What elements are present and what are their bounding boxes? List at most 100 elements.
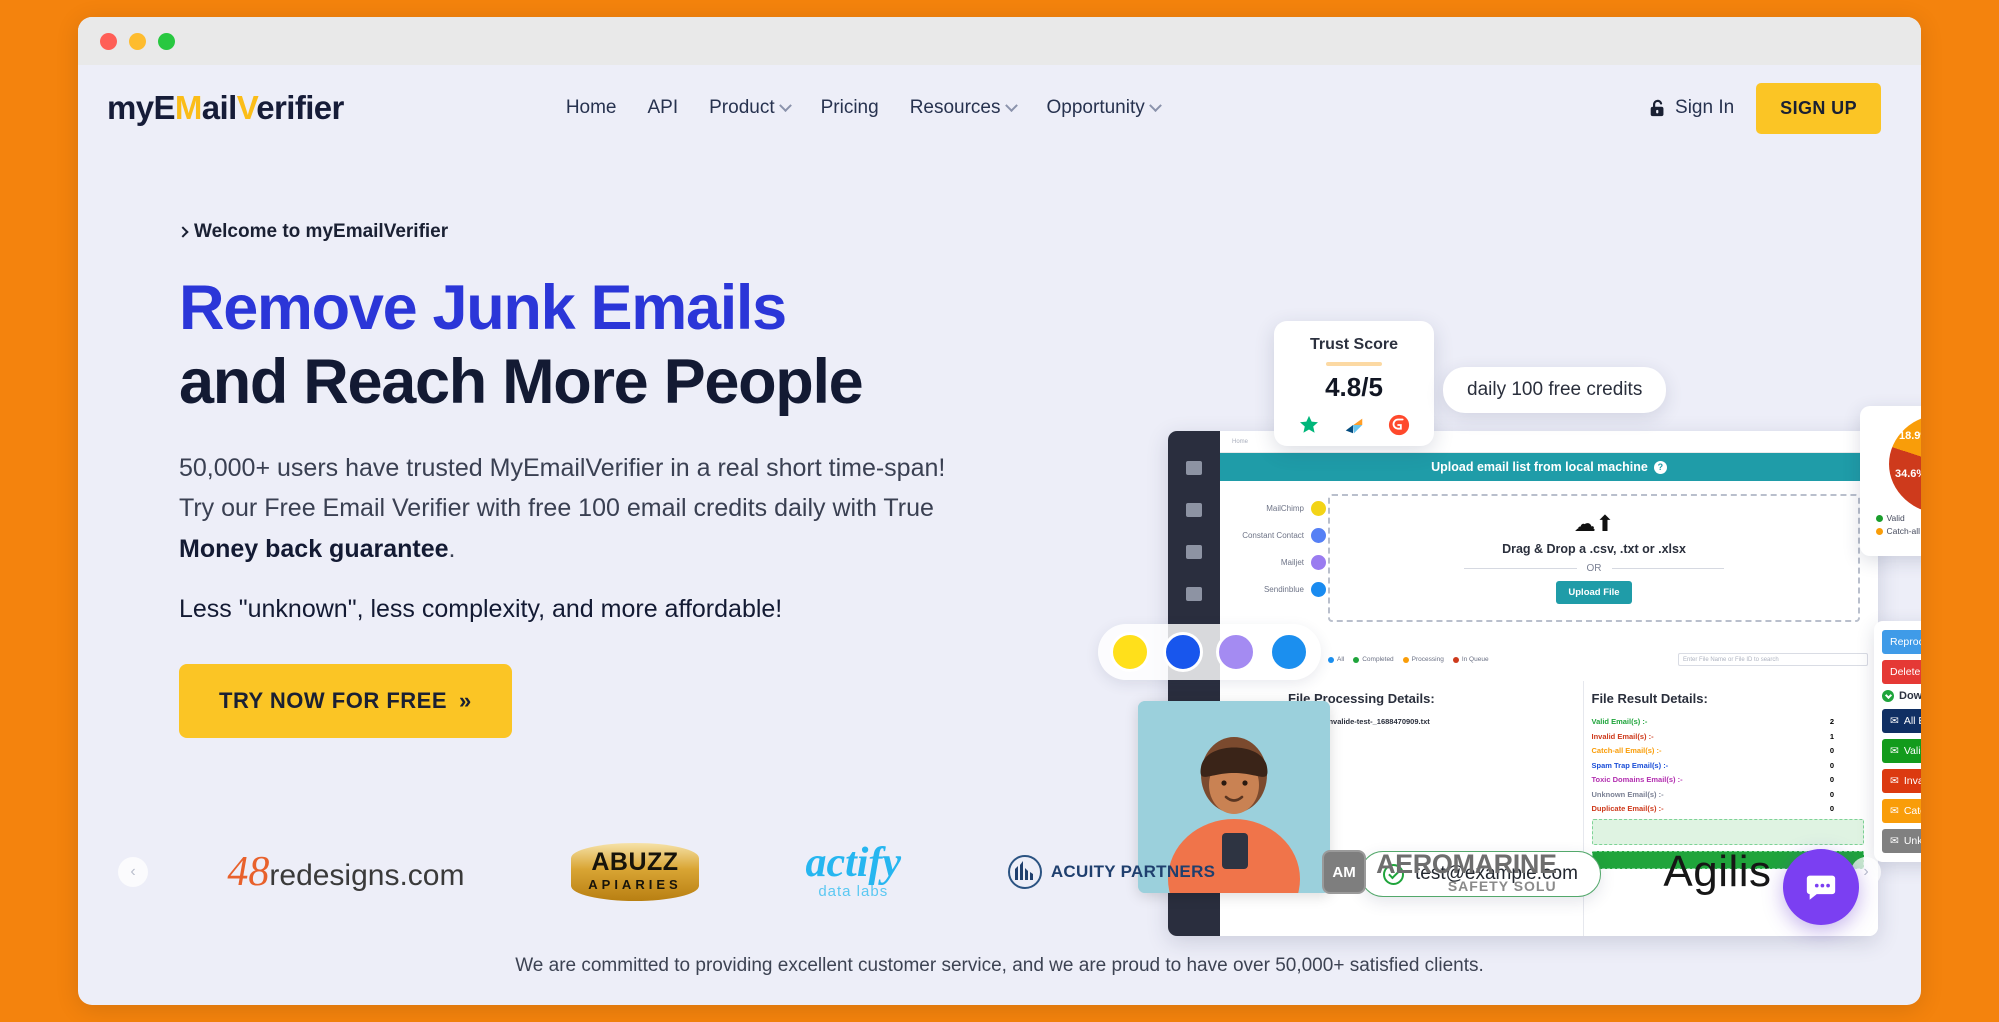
result-label: Valid Email(s) :- — [1591, 717, 1648, 726]
result-value: 1 — [1829, 731, 1834, 741]
result-label: Unknown Email(s) :- — [1591, 789, 1664, 799]
city-skyline-icon — [1007, 855, 1042, 889]
try-now-for-free-button[interactable]: TRY NOW FOR FREE » — [179, 664, 512, 739]
download-icon — [1882, 690, 1894, 702]
help-icon[interactable]: ? — [1653, 461, 1667, 474]
pie-label-invalid: 34.6% — [1895, 468, 1921, 480]
search-input[interactable]: Enter File Name or File ID to search — [1678, 653, 1868, 666]
download-all-email-button[interactable]: ✉ All Email — [1882, 709, 1921, 733]
legend-label: Catch-all — [1886, 526, 1921, 536]
status-filter-processing[interactable]: Processing — [1402, 656, 1444, 663]
result-row: Toxic Domains Email(s) :- 0 — [1592, 775, 1865, 784]
delete-button[interactable]: Delete — [1882, 660, 1921, 684]
close-window-button[interactable] — [100, 32, 117, 50]
capterra-icon — [1345, 418, 1363, 434]
trustpilot-star-icon — [1300, 415, 1318, 433]
cta-label: TRY NOW FOR FREE — [219, 688, 447, 714]
chat-widget-button[interactable] — [1783, 849, 1859, 925]
headline-line-2: and Reach More People — [179, 347, 864, 418]
result-label: Invalid Email(s) :- — [1591, 731, 1654, 741]
mailjet-icon[interactable] — [1216, 632, 1256, 672]
nav-label-pricing: Pricing — [820, 97, 879, 118]
results-pie-chart-card: 45.4% 34.6% 18.9% Valid Invalid Catch-al… — [1860, 406, 1921, 556]
header-actions: Sign In SIGN UP — [1649, 82, 1881, 134]
reports-icon — [1186, 587, 1202, 601]
tools-icon — [1186, 545, 1202, 559]
topbar-item: Home — [1232, 438, 1249, 445]
site-logo[interactable]: myEMailVerifier — [107, 89, 344, 127]
upload-file-button[interactable]: Upload File — [1556, 580, 1632, 604]
logo-text-part3: erifier — [256, 89, 344, 126]
help-icon — [1186, 503, 1202, 517]
carousel-prev-button[interactable]: ‹ — [118, 857, 148, 887]
sign-in-link[interactable]: Sign In — [1649, 97, 1734, 119]
integration-label: Mailjet — [1280, 558, 1304, 567]
download-invalid-only-button[interactable]: ✉ Invalid Only — [1882, 769, 1921, 793]
hero-paragraph-end: . — [448, 534, 456, 563]
file-dropzone[interactable]: ☁⬆ Drag & Drop a .csv, .txt or .xlsx OR … — [1328, 494, 1860, 622]
logo-accent-m: M — [174, 89, 202, 126]
headline-line-1: Remove Junk Emails — [179, 273, 787, 343]
integration-sendinblue[interactable]: Sendinblue — [1226, 582, 1326, 597]
nav-label-api: API — [647, 97, 679, 118]
hero-paragraph-bold: Money back guarantee — [179, 534, 449, 563]
constant-contact-icon[interactable] — [1163, 632, 1203, 672]
upload-panel-header: Upload email list from local machine? — [1220, 453, 1878, 481]
logo-line-1: ABUZZ — [591, 847, 679, 876]
or-divider: OR — [1464, 563, 1724, 574]
pie-legend: Valid Invalid Catch-all Spam Trap — [1868, 513, 1921, 536]
integrations-list: MailChimp Constant Contact Mailjet Sendi… — [1220, 501, 1326, 597]
result-row: Duplicate Email(s) :- 0 — [1592, 804, 1865, 813]
mailjet-icon — [1311, 555, 1326, 570]
legend-item-catchall: Catch-all — [1875, 526, 1922, 536]
chevron-right-icon — [177, 226, 189, 238]
status-filter-in-queue[interactable]: In Queue — [1452, 656, 1489, 663]
sign-up-button[interactable]: SIGN UP — [1756, 82, 1881, 134]
result-value: 0 — [1829, 760, 1834, 770]
reprocess-unknown-button[interactable]: Reprocess Unknown — [1882, 630, 1921, 654]
legend-label: Valid — [1886, 513, 1905, 523]
result-value: 0 — [1829, 775, 1834, 784]
logo-text: ACUITY PARTNERS — [1050, 862, 1216, 881]
nav-item-pricing[interactable]: Pricing — [821, 97, 879, 119]
legend-item-valid: Valid — [1875, 513, 1922, 523]
hero-paragraph-2: Less "unknown", less complexity, and mor… — [179, 595, 783, 624]
free-credits-badge: daily 100 free credits — [1443, 367, 1667, 413]
logo-line-2: SAFETY SOLU — [1447, 877, 1557, 894]
maximize-window-button[interactable] — [158, 32, 175, 50]
envelope-icon: ✉ — [1890, 745, 1899, 757]
chat-bubble-icon — [1806, 875, 1836, 900]
minimize-window-button[interactable] — [129, 32, 146, 50]
constant-contact-icon — [1311, 528, 1326, 543]
nav-item-home[interactable]: Home — [566, 97, 617, 119]
double-chevron-right-icon: » — [459, 688, 472, 714]
result-value: 2 — [1829, 717, 1834, 726]
status-filter-all[interactable]: All — [1328, 656, 1344, 663]
download-valid-only-button[interactable]: ✉ Valid Only — [1882, 739, 1921, 763]
button-label: Valid Only — [1903, 745, 1921, 757]
result-label: Spam Trap Email(s) :- — [1591, 760, 1669, 770]
logo-48redesigns: 48redesigns.com — [227, 848, 464, 896]
mailchimp-icon[interactable] — [1110, 632, 1150, 672]
status-label: Completed — [1362, 656, 1394, 663]
envelope-icon: ✉ — [1890, 775, 1899, 787]
window-titlebar — [78, 17, 1921, 65]
integration-label: MailChimp — [1266, 504, 1304, 513]
integration-constant-contact[interactable]: Constant Contact — [1226, 528, 1326, 543]
upload-panel-title: Upload email list from local machine — [1431, 460, 1648, 474]
logo-line-2: APIARIES — [588, 876, 682, 892]
integration-label: Sendinblue — [1263, 585, 1304, 594]
nav-item-api[interactable]: API — [648, 97, 679, 119]
status-filter-completed[interactable]: Completed — [1353, 656, 1394, 663]
nav-item-product[interactable]: Product — [709, 97, 792, 119]
nav-item-resources[interactable]: Resources — [910, 97, 1018, 119]
or-label: OR — [1586, 562, 1602, 574]
integration-mailchimp[interactable]: MailChimp — [1226, 501, 1326, 516]
integration-mailjet[interactable]: Mailjet — [1226, 555, 1326, 570]
logo-text-part2: ail — [201, 89, 237, 126]
file-result-title: File Result Details: — [1591, 691, 1708, 706]
file-name-value: invalide-test-_1688470909.txt — [1326, 717, 1430, 726]
sendinblue-icon[interactable] — [1269, 632, 1309, 672]
nav-item-opportunity[interactable]: Opportunity — [1047, 97, 1162, 119]
result-row: Catch-all Email(s) :- 0 — [1592, 746, 1865, 755]
